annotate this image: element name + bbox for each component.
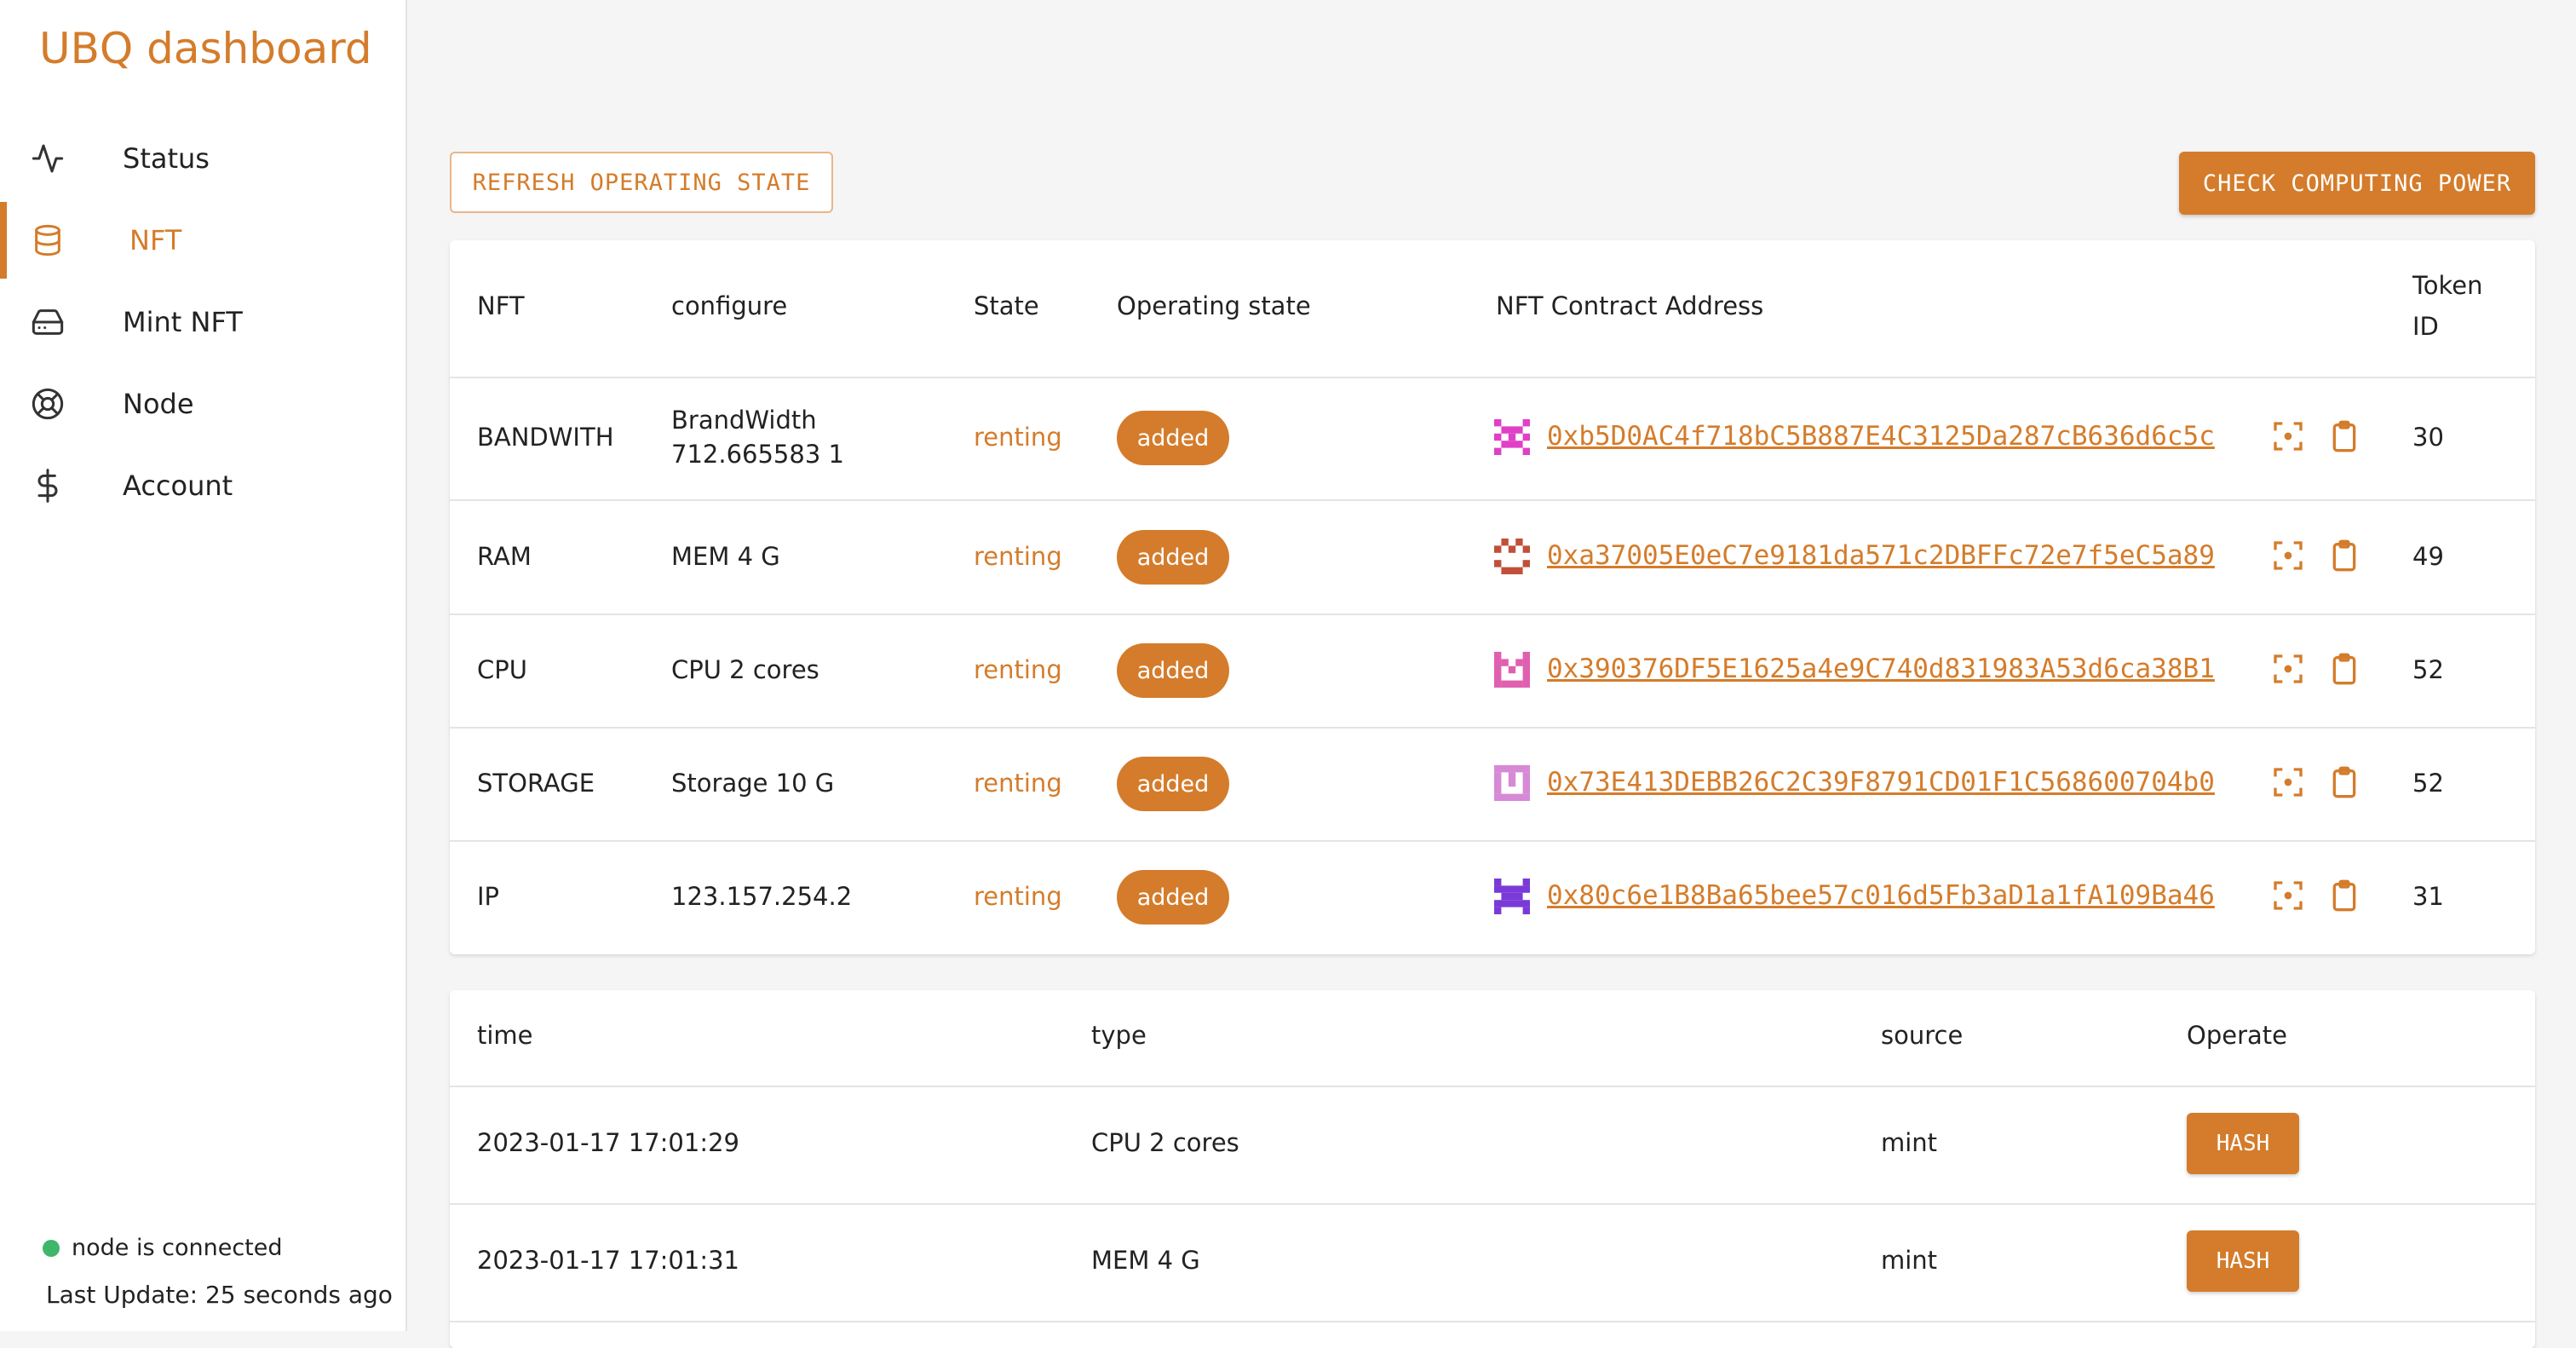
nft-configure: MEM 4 G <box>671 542 780 571</box>
token-id: 52 <box>2412 655 2444 684</box>
last-update: Last Update: 25 seconds ago <box>46 1281 393 1309</box>
nft-name: STORAGE <box>477 769 595 798</box>
header-token-id-line2: ID <box>2412 312 2439 341</box>
nft-configure: 123.157.254.2 <box>671 882 853 911</box>
scan-icon[interactable] <box>2271 879 2305 913</box>
divider <box>450 727 2535 729</box>
refresh-operating-state-button[interactable]: REFRESH OPERATING STATE <box>450 152 833 213</box>
header-contract-address: NFT Contract Address <box>1496 291 1764 320</box>
sidebar-item-label: Node <box>123 388 194 420</box>
sidebar-item-label: Mint NFT <box>123 306 243 338</box>
scan-icon[interactable] <box>2271 652 2305 686</box>
nft-configure: CPU 2 cores <box>671 655 819 684</box>
header-nft: NFT <box>477 291 525 320</box>
sidebar-item-account[interactable]: Account <box>0 447 405 524</box>
sidebar-item-label: NFT <box>129 224 182 256</box>
history-source: mint <box>1881 1246 1938 1275</box>
divider <box>450 1203 2535 1205</box>
token-id: 31 <box>2412 882 2444 911</box>
history-type: CPU 2 cores <box>1091 1128 1239 1157</box>
divider <box>450 377 2535 378</box>
divider <box>450 1321 2535 1322</box>
operating-state-badge: added <box>1117 411 1229 465</box>
sidebar-item-label: Status <box>123 142 210 175</box>
identicon-icon <box>1494 419 1530 455</box>
connection-status-text: node is connected <box>72 1235 283 1261</box>
history-table: time type source Operate 2023-01-17 17:0… <box>450 990 2535 1348</box>
header-configure: configure <box>671 291 788 320</box>
clipboard-icon[interactable] <box>2327 765 2361 799</box>
nft-state: renting <box>974 882 1062 911</box>
check-computing-power-button[interactable]: CHECK COMPUTING POWER <box>2179 152 2535 215</box>
identicon-icon <box>1494 765 1530 801</box>
clipboard-icon[interactable] <box>2327 539 2361 573</box>
token-id: 52 <box>2412 769 2444 798</box>
contract-address-link[interactable]: 0xa37005E0eC7e9181da571c2DBFFc72e7f5eC5a… <box>1547 540 2215 571</box>
scan-icon[interactable] <box>2271 419 2305 453</box>
nft-name: RAM <box>477 542 532 571</box>
sidebar-item-status[interactable]: Status <box>0 120 405 197</box>
clipboard-icon[interactable] <box>2327 419 2361 453</box>
contract-address-link[interactable]: 0x80c6e1B8Ba65bee57c016d5Fb3aD1a1fA109Ba… <box>1547 880 2215 911</box>
divider <box>450 614 2535 615</box>
nft-state: renting <box>974 423 1062 452</box>
contract-address-link[interactable]: 0xb5D0AC4f718bC5B887E4C3125Da287cB636d6c… <box>1547 421 2215 452</box>
identicon-icon <box>1494 652 1530 688</box>
nft-state: renting <box>974 769 1062 798</box>
operating-state-badge: added <box>1117 643 1229 698</box>
nft-state: renting <box>974 655 1062 684</box>
operating-state-badge: added <box>1117 530 1229 585</box>
divider <box>450 1086 2535 1087</box>
history-source: mint <box>1881 1128 1938 1157</box>
life-buoy-icon <box>32 388 64 420</box>
header-source: source <box>1881 1021 1964 1050</box>
app-title: UBQ dashboard <box>39 24 372 73</box>
sidebar-item-label: Account <box>123 469 233 502</box>
nft-table: NFT configure State Operating state NFT … <box>450 240 2535 954</box>
contract-address-link[interactable]: 0x73E413DEBB26C2C39F8791CD01F1C568600704… <box>1547 767 2215 798</box>
nft-name: CPU <box>477 655 527 684</box>
header-state: State <box>974 291 1039 320</box>
dollar-icon <box>37 469 58 503</box>
activity-icon <box>32 144 64 173</box>
nft-state: renting <box>974 542 1062 571</box>
nft-configure: BrandWidth <box>671 406 817 435</box>
sidebar-item-node[interactable]: Node <box>0 366 405 442</box>
status-dot-icon <box>43 1239 60 1257</box>
token-id: 49 <box>2412 542 2444 571</box>
clipboard-icon[interactable] <box>2327 652 2361 686</box>
clipboard-icon[interactable] <box>2327 879 2361 913</box>
scan-icon[interactable] <box>2271 539 2305 573</box>
nft-name: IP <box>477 882 500 911</box>
hash-button[interactable]: HASH <box>2187 1230 2299 1292</box>
header-token-id-line1: Token <box>2412 271 2483 300</box>
sidebar: UBQ dashboard Status NFT Mint NFT Node A… <box>0 0 407 1331</box>
history-type: MEM 4 G <box>1091 1246 1200 1275</box>
history-time: 2023-01-17 17:01:29 <box>477 1128 739 1157</box>
sidebar-item-nft[interactable]: NFT <box>0 202 405 279</box>
contract-address-link[interactable]: 0x390376DF5E1625a4e9C740d831983A53d6ca38… <box>1547 654 2215 684</box>
divider <box>450 499 2535 501</box>
operating-state-badge: added <box>1117 757 1229 811</box>
hash-button[interactable]: HASH <box>2187 1113 2299 1174</box>
hard-drive-icon <box>32 309 64 335</box>
database-icon <box>35 224 60 256</box>
operating-state-badge: added <box>1117 870 1229 925</box>
header-type: type <box>1091 1021 1147 1050</box>
divider <box>450 840 2535 842</box>
scan-icon[interactable] <box>2271 765 2305 799</box>
header-operate: Operate <box>2187 1021 2287 1050</box>
history-time: 2023-01-17 17:01:31 <box>477 1246 739 1275</box>
token-id: 30 <box>2412 423 2444 452</box>
nft-name: BANDWITH <box>477 423 614 452</box>
connection-status: node is connected <box>43 1235 283 1261</box>
identicon-icon <box>1494 539 1530 574</box>
nft-configure-line2: 712.665583 1 <box>671 440 844 469</box>
header-operating-state: Operating state <box>1117 291 1311 320</box>
header-time: time <box>477 1021 533 1050</box>
nft-configure: Storage 10 G <box>671 769 835 798</box>
identicon-icon <box>1494 879 1530 914</box>
sidebar-item-mint-nft[interactable]: Mint NFT <box>0 284 405 360</box>
